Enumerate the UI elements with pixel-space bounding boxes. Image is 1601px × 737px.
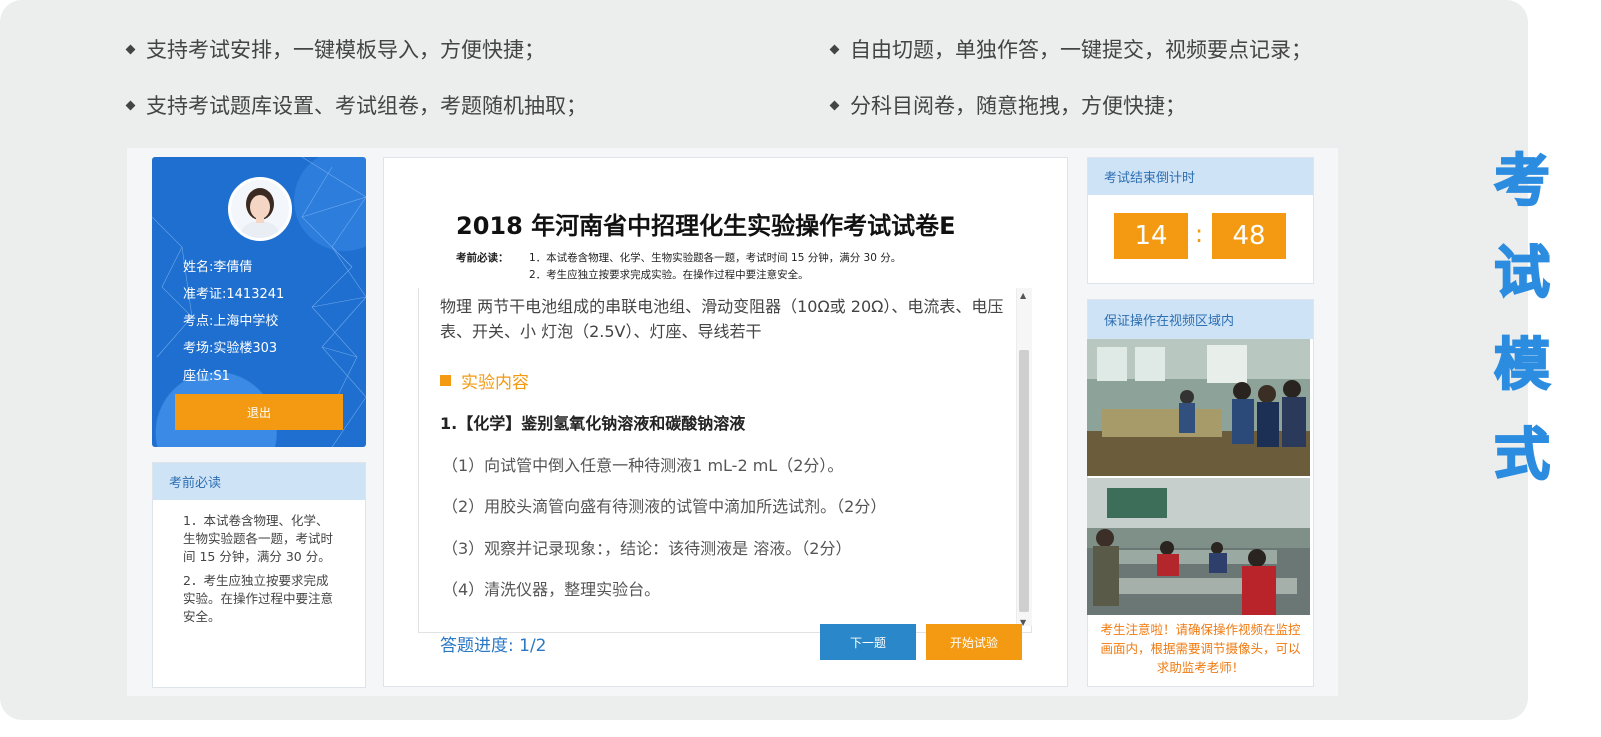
- countdown-colon: :: [1195, 220, 1204, 248]
- notice-item: 2．考生应独立按要求完成实验。在操作过程中要注意安全。: [183, 573, 334, 624]
- section-label: 实验内容: [461, 373, 529, 393]
- student-ticket: 准考证:1413241: [183, 287, 285, 302]
- feature-text: 自由切题，单独作答，一键提交，视频要点记录；: [850, 38, 1312, 62]
- section-heading: 实验内容: [440, 368, 529, 393]
- student-name: 姓名:李倩倩: [183, 260, 253, 275]
- mode-title-char: 考: [1493, 149, 1551, 214]
- feature-item-4: 分科目阅卷，随意拖拽，方便快捷；: [829, 90, 1186, 120]
- question-step: （4）清洗仪器，整理实验台。: [442, 580, 661, 599]
- question-step: （3）观察并记录现象：，结论：该待测液是 溶液。（2分）: [442, 539, 852, 558]
- bullet-icon: [829, 44, 840, 54]
- logout-button[interactable]: 退出: [175, 394, 343, 430]
- student-site: 考点:上海中学校: [183, 314, 279, 329]
- readme-label: 考前必读：: [456, 252, 509, 264]
- notice-item: 1．本试卷含物理、化学、生物实验题各一题，考试时间 15 分钟，满分 30 分。: [183, 513, 334, 564]
- lab-camera-icon: [1087, 478, 1310, 615]
- feature-item-3: 支持考试题库设置、考试组卷，考题随机抽取；: [125, 90, 587, 120]
- readme-line: 1．本试卷含物理、化学、生物实验题各一题，考试时间 15 分钟，满分 30 分。: [529, 252, 902, 264]
- progress-label: 答题进度:: [440, 636, 514, 656]
- feature-item-1: 支持考试安排，一键模板导入，方便快捷；: [125, 34, 545, 64]
- page: 支持考试安排，一键模板导入，方便快捷； 自由切题，单独作答，一键提交，视频要点记…: [0, 0, 1601, 737]
- exam-title: 2018 年河南省中招理化生实验操作考试试卷E: [456, 212, 956, 240]
- feature-item-2: 自由切题，单独作答，一键提交，视频要点记录；: [829, 34, 1312, 64]
- start-experiment-button[interactable]: 开始试验: [926, 624, 1022, 660]
- question-title: 1.【化学】鉴别氢氧化钠溶液和碳酸钠溶液: [440, 414, 746, 433]
- scroll-thumb[interactable]: [1019, 350, 1029, 612]
- student-photo-icon: [231, 180, 289, 238]
- progress-value: 1/2: [519, 636, 547, 656]
- bullet-icon: [125, 44, 136, 54]
- notice-body: 1．本试卷含物理、化学、生物实验题各一题，考试时间 15 分钟，满分 30 分。…: [153, 500, 365, 626]
- bullet-icon: [125, 100, 136, 110]
- notice-title: 考前必读: [153, 463, 365, 500]
- avatar: [228, 177, 292, 241]
- classroom-camera-icon: [1087, 339, 1310, 476]
- mode-title-char: 试: [1493, 241, 1551, 306]
- countdown-seconds: 48: [1212, 213, 1286, 259]
- question-step: （1）向试管中倒入任意一种待测液1 mL-2 mL（2分）。: [442, 456, 844, 475]
- video-warning: 考生注意啦！请确保操作视频在监控画面内，根据需要调节摄像头，可以求助监考老师！: [1100, 622, 1301, 675]
- countdown-minutes: 14: [1114, 213, 1188, 259]
- student-room: 考场:实验楼303: [183, 341, 278, 356]
- video-title: 保证操作在视频区域内: [1088, 300, 1313, 339]
- next-question-button[interactable]: 下一题: [820, 624, 916, 660]
- camera-feed-2: [1087, 478, 1310, 615]
- feature-text: 支持考试安排，一键模板导入，方便快捷；: [146, 38, 545, 62]
- mode-title-char: 模: [1493, 333, 1551, 398]
- readme-line: 2．考生应独立按要求完成实验。在操作过程中要注意安全。: [529, 269, 809, 281]
- student-seat: 座位:S1: [183, 369, 230, 384]
- feature-text: 分科目阅卷，随意拖拽，方便快捷；: [850, 94, 1186, 118]
- scroll-up-icon[interactable]: ▲: [1020, 291, 1026, 300]
- question-step: （2）用胶头滴管向盛有待测液的试管中滴加所选试剂。（2分）: [442, 497, 887, 516]
- square-icon: [440, 375, 451, 386]
- camera-feed-1: [1087, 339, 1310, 476]
- notice-card: 考前必读 1．本试卷含物理、化学、生物实验题各一题，考试时间 15 分钟，满分 …: [152, 462, 366, 688]
- answer-progress: 答题进度: 1/2: [440, 631, 547, 656]
- material-list: 物理 两节干电池组成的串联电池组、滑动变阻器（10Ω或 20Ω）、电流表、电压表…: [440, 297, 1004, 341]
- bullet-icon: [829, 100, 840, 110]
- countdown-title: 考试结束倒计时: [1088, 158, 1313, 195]
- feature-text: 支持考试题库设置、考试组卷，考题随机抽取；: [146, 94, 587, 118]
- mode-title-char: 式: [1493, 423, 1551, 488]
